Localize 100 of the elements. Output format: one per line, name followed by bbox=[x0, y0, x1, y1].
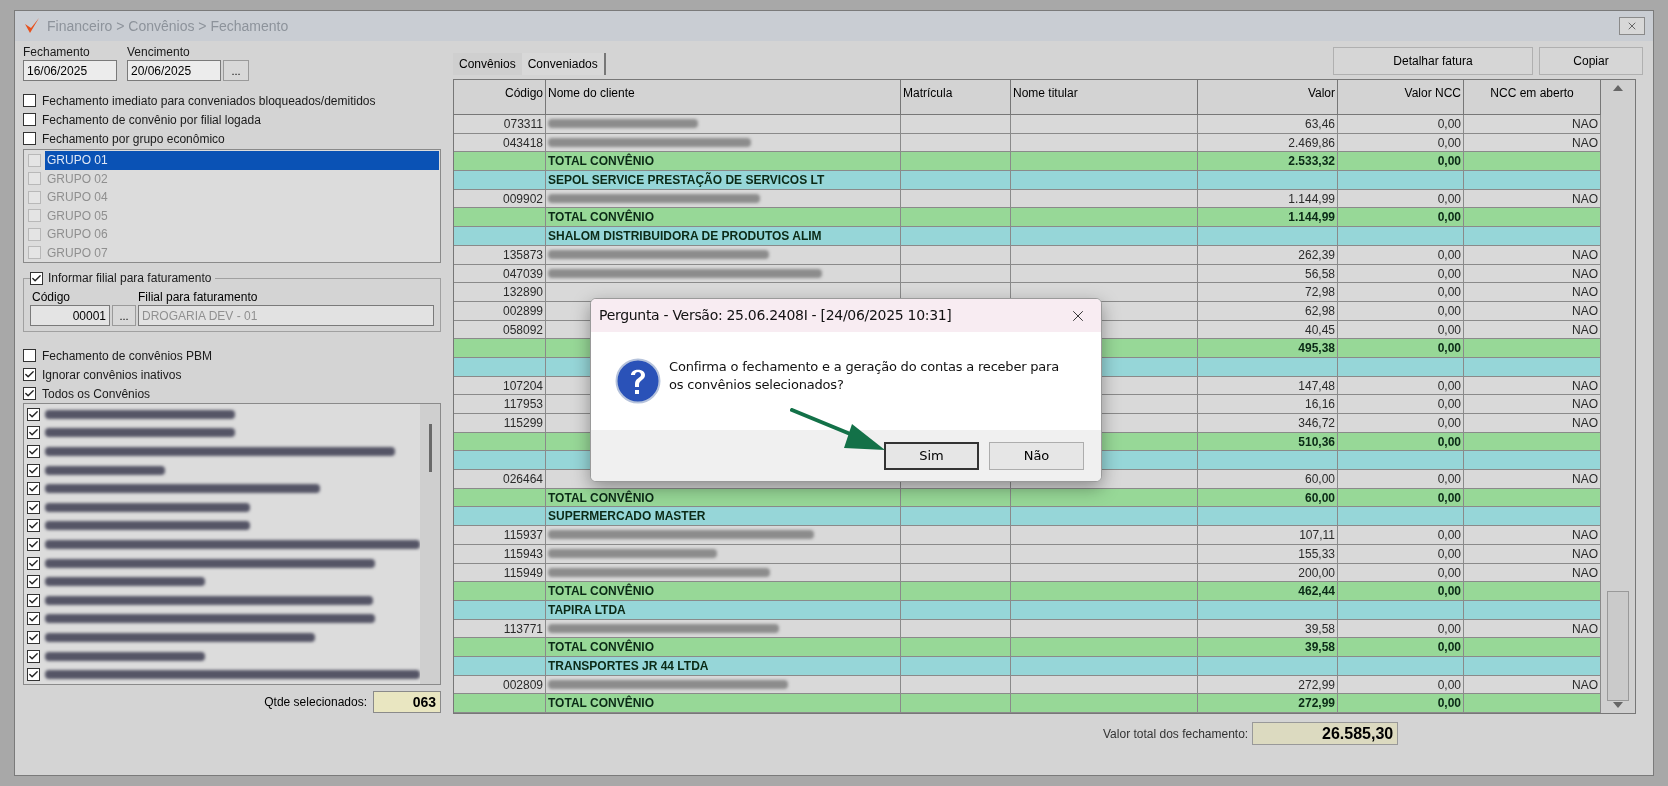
table-cell: 0,00 bbox=[1338, 582, 1464, 600]
table-cell: 115299 bbox=[454, 414, 546, 432]
checkbox[interactable] bbox=[28, 209, 41, 223]
table-cell: 0,00 bbox=[1338, 264, 1464, 283]
table-cell: SEPOL SERVICE PRESTAÇÃO DE SERVICOS LT bbox=[546, 171, 901, 189]
date-field[interactable]: 16/06/2025 bbox=[23, 60, 117, 81]
column-header[interactable]: Valor NCC bbox=[1338, 80, 1464, 114]
table-cell: 0,00 bbox=[1338, 189, 1464, 208]
checkbox[interactable] bbox=[27, 556, 40, 570]
checkbox[interactable] bbox=[27, 575, 40, 589]
scrollbar-thumb[interactable] bbox=[1607, 591, 1629, 701]
table-cell: 047039 bbox=[454, 264, 546, 283]
checkbox[interactable] bbox=[27, 445, 40, 458]
checkbox[interactable] bbox=[28, 246, 41, 260]
checkbox[interactable] bbox=[27, 593, 40, 607]
code-field[interactable]: 00001 bbox=[30, 305, 110, 326]
checkbox[interactable] bbox=[27, 612, 40, 626]
column-header[interactable]: Código bbox=[454, 80, 546, 114]
table-cell: 0,00 bbox=[1338, 376, 1464, 395]
picker-button[interactable]: ... bbox=[223, 60, 249, 81]
table-cell: 0,00 bbox=[1338, 152, 1464, 171]
table-cell: 002899 bbox=[454, 301, 546, 320]
down-arrow-icon bbox=[1612, 701, 1624, 709]
checkbox[interactable] bbox=[30, 271, 43, 285]
dialog-button[interactable]: Sim bbox=[884, 441, 979, 470]
toolbar-button[interactable]: Detalhar fatura bbox=[1333, 47, 1533, 75]
checkbox[interactable] bbox=[23, 349, 36, 362]
total-field: 26.585,30 bbox=[1252, 722, 1399, 745]
picker-button[interactable]: ... bbox=[112, 305, 136, 326]
table-cell: 0,00 bbox=[1338, 115, 1464, 133]
table-cell: TOTAL CONVÊNIO bbox=[546, 694, 901, 712]
checkbox[interactable] bbox=[23, 132, 36, 145]
tab[interactable]: Conveniados bbox=[521, 53, 606, 75]
checkbox[interactable] bbox=[28, 190, 41, 204]
checkbox[interactable] bbox=[28, 153, 41, 167]
table-cell: 72,98 bbox=[1198, 283, 1338, 301]
dialog-button[interactable]: Não bbox=[989, 441, 1084, 470]
scrollbar[interactable] bbox=[1601, 80, 1635, 713]
table-cell: 058092 bbox=[454, 320, 546, 339]
table-cell: 510,36 bbox=[1198, 432, 1338, 451]
check-icon bbox=[28, 464, 39, 476]
table-cell: 0,00 bbox=[1338, 395, 1464, 413]
column-header[interactable]: Nome titular bbox=[1011, 80, 1198, 114]
column-header[interactable]: Nome do cliente bbox=[546, 80, 901, 114]
table-cell: 0,00 bbox=[1338, 619, 1464, 638]
table-cell: 262,39 bbox=[1198, 245, 1338, 264]
question-icon bbox=[615, 358, 661, 404]
checkbox[interactable] bbox=[27, 426, 40, 440]
checkbox[interactable] bbox=[27, 463, 40, 477]
field-label: Vencimento bbox=[127, 45, 191, 59]
checkbox[interactable] bbox=[27, 407, 40, 421]
table-cell: TOTAL CONVÊNIO bbox=[546, 208, 901, 227]
table-cell: 0,00 bbox=[1338, 694, 1464, 712]
table-cell: 495,38 bbox=[1198, 339, 1338, 357]
checkbox[interactable] bbox=[23, 368, 36, 381]
checkbox[interactable] bbox=[28, 227, 41, 241]
check-icon bbox=[31, 272, 42, 284]
table-cell: 462,44 bbox=[1198, 582, 1338, 600]
table-cell: 0,00 bbox=[1338, 488, 1464, 507]
checkbox[interactable] bbox=[27, 537, 40, 551]
table-cell: 132890 bbox=[454, 283, 546, 301]
checkbox[interactable] bbox=[27, 519, 40, 533]
check-icon bbox=[28, 538, 39, 550]
table-cell: 0,00 bbox=[1338, 133, 1464, 152]
checkbox[interactable] bbox=[23, 113, 36, 126]
scrollbar[interactable] bbox=[420, 404, 440, 684]
date-field[interactable]: 20/06/2025 bbox=[127, 60, 221, 81]
check-icon bbox=[28, 446, 39, 457]
checkbox[interactable] bbox=[28, 172, 41, 186]
table-cell: SUPERMERCADO MASTER bbox=[546, 507, 901, 526]
option-label: Ignorar convênios inativos bbox=[42, 366, 182, 384]
table-cell: 2.469,86 bbox=[1198, 133, 1338, 152]
tab[interactable]: Convênios bbox=[453, 53, 522, 75]
option-label: Fechamento por grupo econômico bbox=[42, 130, 225, 148]
checkbox[interactable] bbox=[27, 500, 40, 514]
count-field: 063 bbox=[373, 691, 441, 713]
table-cell: 0,00 bbox=[1338, 470, 1464, 488]
column-header[interactable]: Matrícula bbox=[901, 80, 1011, 114]
table-cell: 0,00 bbox=[1338, 283, 1464, 301]
total-label: Valor total dos fechamento: bbox=[1103, 725, 1249, 743]
checkbox[interactable] bbox=[27, 668, 40, 682]
column-header[interactable]: Valor bbox=[1198, 80, 1338, 114]
checkbox[interactable] bbox=[23, 94, 36, 107]
toolbar-button[interactable]: Copiar bbox=[1539, 47, 1643, 75]
table-cell: 0,00 bbox=[1338, 414, 1464, 432]
table-cell: TRANSPORTES JR 44 LTDA bbox=[546, 656, 901, 675]
table-cell: TOTAL CONVÊNIO bbox=[546, 638, 901, 656]
checkbox[interactable] bbox=[27, 482, 40, 496]
option-label: Fechamento de convênio por filial logada bbox=[42, 111, 261, 129]
table-cell: 39,58 bbox=[1198, 638, 1338, 656]
check-icon bbox=[28, 557, 39, 569]
table-cell: 0,00 bbox=[1338, 208, 1464, 227]
option-label: Fechamento imediato para conveniados bloqueados/demitidos bbox=[42, 92, 376, 110]
checkbox[interactable] bbox=[27, 649, 40, 663]
check-icon bbox=[28, 408, 39, 420]
checkbox[interactable] bbox=[27, 630, 40, 644]
table-cell: 0,00 bbox=[1338, 432, 1464, 451]
checkbox[interactable] bbox=[23, 387, 36, 400]
close-button[interactable] bbox=[1619, 17, 1645, 35]
table-cell: 1.144,99 bbox=[1198, 189, 1338, 208]
